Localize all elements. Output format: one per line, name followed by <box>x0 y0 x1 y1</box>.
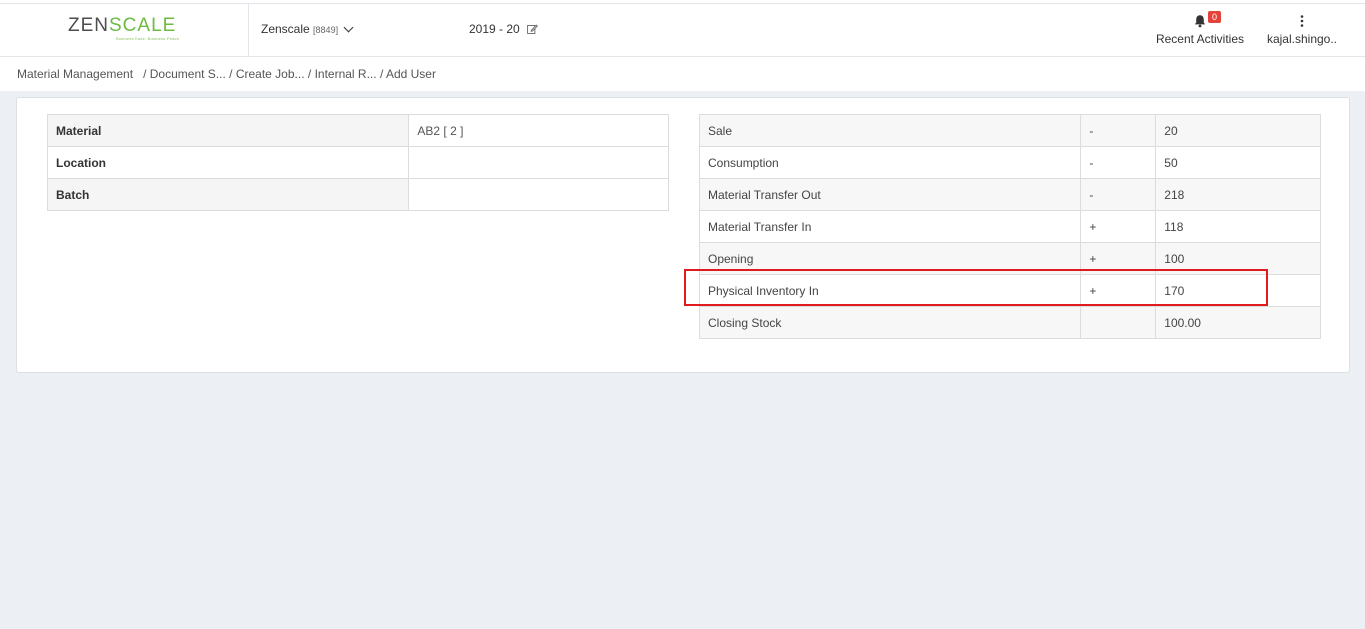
year-label: 2019 - 20 <box>469 22 520 36</box>
table-row: Material Transfer Out - 218 <box>698 178 1321 211</box>
table-row: Consumption - 50 <box>698 146 1321 179</box>
recent-activities-label: Recent Activities <box>1155 32 1245 46</box>
table-row: Closing Stock 100.00 <box>698 306 1321 339</box>
chevron-down-icon <box>343 22 354 33</box>
location-label: Location <box>46 146 410 179</box>
app-header: ZENSCALE Business Ease. Business Peace. … <box>0 4 1365 57</box>
details-panel: Material AB2 [ 2 ] Location Batch Sale -… <box>16 97 1350 373</box>
company-code: [8849] <box>313 25 339 35</box>
row-sign <box>1080 306 1157 339</box>
recent-activities-button[interactable]: Recent Activities <box>1150 10 1250 46</box>
table-row: Batch <box>46 178 669 211</box>
zenscale-logo[interactable]: ZENSCALE Business Ease. Business Peace. <box>68 16 183 48</box>
breadcrumb-internal[interactable]: Internal R... <box>315 67 377 81</box>
row-label: Closing Stock <box>698 306 1082 339</box>
location-value <box>408 146 669 179</box>
financial-year: 2019 - 20 <box>469 22 539 36</box>
user-menu[interactable]: kajal.shingo.. <box>1262 10 1342 46</box>
row-sign: + <box>1080 210 1157 243</box>
row-value: 50 <box>1155 146 1321 179</box>
row-value: 118 <box>1155 210 1321 243</box>
table-row: Location <box>46 146 669 179</box>
company-selector[interactable]: Zenscale [8849] <box>261 22 354 36</box>
row-label: Material Transfer Out <box>698 178 1082 211</box>
table-row: Material Transfer In + 118 <box>698 210 1321 243</box>
row-sign: - <box>1080 146 1157 179</box>
breadcrumb-separator: / <box>229 67 233 81</box>
company-name: Zenscale <box>261 22 310 36</box>
batch-value <box>408 178 669 211</box>
row-label: Material Transfer In <box>698 210 1082 243</box>
row-label: Consumption <box>698 146 1082 179</box>
table-row: Material AB2 [ 2 ] <box>46 114 669 147</box>
material-value: AB2 [ 2 ] <box>408 114 669 147</box>
row-value: 218 <box>1155 178 1321 211</box>
breadcrumb-separator: / <box>307 67 312 81</box>
bell-icon <box>1194 15 1206 28</box>
breadcrumb: Material Management / Document S... / Cr… <box>17 67 436 81</box>
breadcrumb-bar: Material Management / Document S... / Cr… <box>0 57 1365 91</box>
row-value: 100.00 <box>1155 306 1321 339</box>
row-sign: - <box>1080 114 1157 147</box>
username-label: kajal.shingo.. <box>1266 32 1338 46</box>
breadcrumb-separator: / <box>379 67 384 81</box>
batch-label: Batch <box>46 178 410 211</box>
kebab-icon <box>1300 15 1304 27</box>
header-divider <box>248 4 249 56</box>
row-sign: - <box>1080 178 1157 211</box>
edit-icon[interactable] <box>527 24 539 34</box>
material-info-table: Material AB2 [ 2 ] Location Batch <box>46 114 669 211</box>
breadcrumb-create-job[interactable]: Create Job... <box>236 67 305 81</box>
row-value: 20 <box>1155 114 1321 147</box>
material-label: Material <box>46 114 410 147</box>
breadcrumb-separator: / <box>143 67 147 81</box>
breadcrumb-material-management[interactable]: Material Management <box>17 67 133 81</box>
notification-badge: 0 <box>1208 11 1221 23</box>
table-row: Sale - 20 <box>698 114 1321 147</box>
highlight-box <box>684 269 1268 306</box>
row-label: Sale <box>698 114 1082 147</box>
breadcrumb-add-user: Add User <box>385 67 436 81</box>
breadcrumb-document[interactable]: Document S... <box>150 67 226 81</box>
